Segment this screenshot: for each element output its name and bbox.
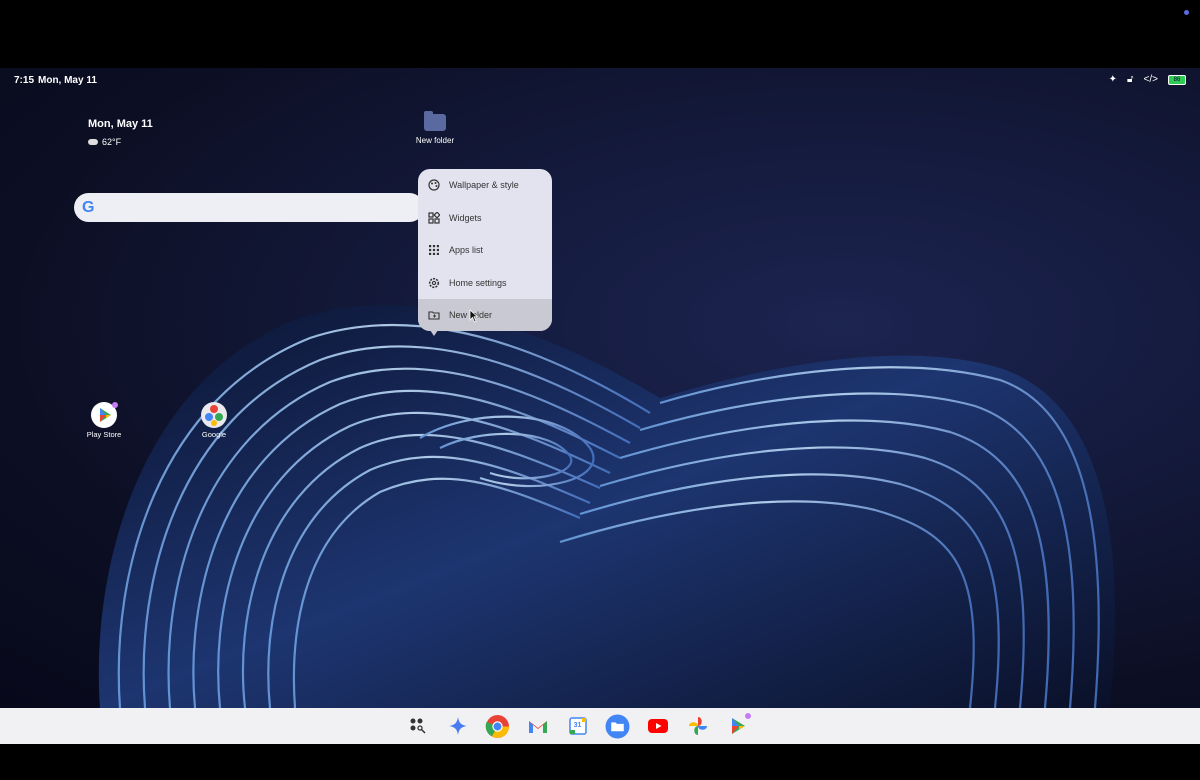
calendar-day: 31 xyxy=(573,721,582,729)
status-time: 7:15 xyxy=(14,75,35,86)
app-label: Play Store xyxy=(86,430,122,439)
sparkle-icon[interactable]: ✦ xyxy=(1109,74,1117,86)
menu-item-home-settings[interactable]: Home settings xyxy=(418,267,552,300)
desktop-app-google[interactable]: Google xyxy=(184,402,244,439)
google-logo-icon: G xyxy=(82,198,95,216)
cloud-icon xyxy=(88,139,98,145)
gear-icon xyxy=(428,277,440,289)
menu-item-new-folder[interactable]: New folder xyxy=(418,299,552,331)
menu-anchor-arrow xyxy=(430,330,438,336)
folder-label: New folder xyxy=(415,136,455,145)
menu-item-apps-list[interactable]: Apps list xyxy=(418,234,552,267)
shelf-apps: 31 xyxy=(404,708,751,744)
glance-temperature: 62°F xyxy=(102,137,122,147)
palette-icon xyxy=(428,179,440,191)
shelf-app-calendar[interactable]: 31 xyxy=(564,713,591,740)
app-label: Google xyxy=(201,430,227,439)
lock-icon[interactable]: 🔓︎ xyxy=(1127,74,1133,86)
widgets-icon xyxy=(428,211,440,224)
search-bar[interactable]: G xyxy=(74,193,424,222)
shelf-app-youtube[interactable] xyxy=(644,713,671,740)
gemini-icon xyxy=(448,717,467,735)
google-apps-folder-icon xyxy=(201,402,227,428)
system-tray[interactable]: ✦ 🔓︎ </> 86 xyxy=(1109,74,1186,86)
desktop-app-play-store[interactable]: Play Store xyxy=(74,402,134,439)
shelf-app-play-store[interactable] xyxy=(724,712,751,740)
letterbox-top xyxy=(0,0,1200,68)
battery-icon[interactable]: 86 xyxy=(1168,75,1186,85)
shelf-app-gemini[interactable] xyxy=(444,713,471,740)
shelf-app-files[interactable] xyxy=(604,713,631,740)
menu-item-label: Apps list xyxy=(449,245,484,256)
notification-badge xyxy=(745,712,751,719)
letterbox-bottom xyxy=(0,744,1200,780)
launcher-button[interactable] xyxy=(404,713,431,740)
glance-weather[interactable]: 62°F xyxy=(88,137,121,147)
menu-item-widgets[interactable]: Widgets xyxy=(418,202,552,235)
folder-add-icon xyxy=(428,309,440,321)
youtube-icon xyxy=(647,719,668,733)
menu-item-label: Home settings xyxy=(449,277,507,288)
photos-icon xyxy=(688,717,707,735)
shelf: 31 xyxy=(0,708,1200,744)
chrome-icon xyxy=(485,714,509,738)
code-icon[interactable]: </> xyxy=(1144,74,1158,86)
wallpaper-image xyxy=(98,305,1116,708)
folder-icon xyxy=(424,111,446,131)
notification-badge xyxy=(112,402,118,408)
glance-date[interactable]: Mon, May 11 xyxy=(88,118,153,130)
grid-icon xyxy=(428,244,440,256)
files-icon xyxy=(605,714,630,738)
desktop[interactable]: 7:15 Mon, May 11 ✦ 🔓︎ </> 86 Mon, May 11… xyxy=(0,68,1200,708)
menu-item-wallpaper-style[interactable]: Wallpaper & style xyxy=(418,169,552,202)
menu-item-label: Wallpaper & style xyxy=(449,180,519,191)
menu-item-label: Widgets xyxy=(449,212,482,223)
desktop-folder[interactable]: New folder xyxy=(414,111,456,145)
launcher-icon xyxy=(410,718,426,734)
shelf-app-chrome[interactable] xyxy=(484,713,511,740)
status-date[interactable]: Mon, May 11 xyxy=(38,75,97,86)
shelf-app-gmail[interactable] xyxy=(524,713,551,740)
gmail-icon xyxy=(528,721,547,733)
shelf-app-photos[interactable] xyxy=(684,713,711,740)
mouse-cursor-icon xyxy=(469,309,479,323)
play-store-icon xyxy=(731,718,745,734)
recording-indicator xyxy=(1184,10,1189,15)
context-menu: Wallpaper & style Widgets Apps list Home… xyxy=(418,169,552,331)
